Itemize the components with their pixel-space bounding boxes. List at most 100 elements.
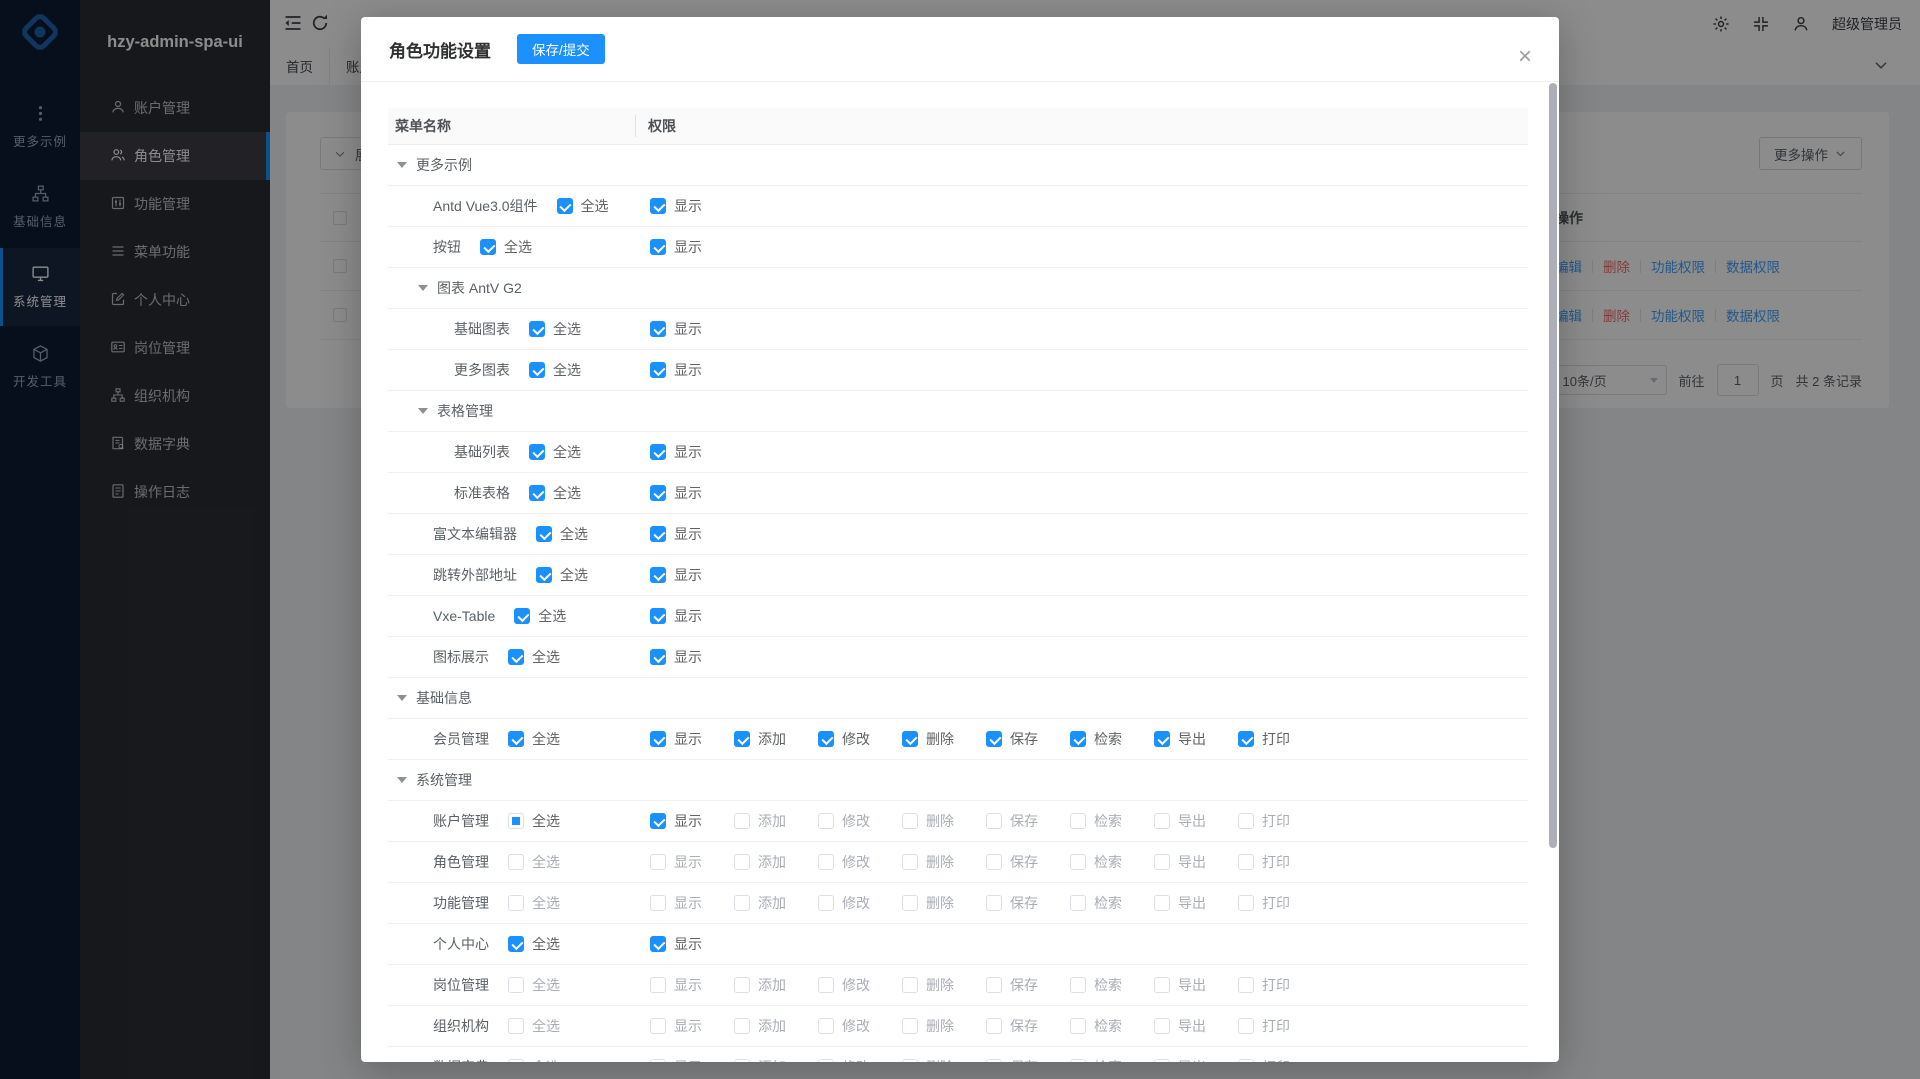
checkbox[interactable] [508,1018,524,1034]
caret-down-icon[interactable] [397,777,407,788]
checkbox[interactable] [986,895,1002,911]
checkbox[interactable] [818,731,834,747]
checkbox[interactable] [734,977,750,993]
checkbox[interactable] [508,1059,524,1062]
checkbox[interactable] [1238,977,1254,993]
checkbox[interactable] [1154,1059,1170,1062]
checkbox[interactable] [818,854,834,870]
checkbox[interactable] [650,895,666,911]
checkbox[interactable] [557,198,573,214]
checkbox[interactable] [508,649,524,665]
checkbox[interactable] [508,854,524,870]
perm-item-保存: 保存 [986,975,1038,995]
checkbox[interactable] [1238,1059,1254,1062]
checkbox[interactable] [1238,813,1254,829]
checkbox[interactable] [818,813,834,829]
checkbox[interactable] [1154,854,1170,870]
perm-label: 显示 [674,852,702,872]
checkbox[interactable] [1154,1018,1170,1034]
checkbox[interactable] [902,731,918,747]
caret-down-icon[interactable] [397,162,407,173]
checkbox[interactable] [1238,731,1254,747]
checkbox[interactable] [650,977,666,993]
checkbox[interactable] [1154,977,1170,993]
checkbox[interactable] [650,649,666,665]
checkbox[interactable] [986,854,1002,870]
checkbox[interactable] [650,1018,666,1034]
perm-label: 添加 [758,729,786,749]
checkbox[interactable] [650,936,666,952]
checkbox[interactable] [1070,1059,1086,1062]
checkbox[interactable] [818,977,834,993]
checkbox[interactable] [514,608,530,624]
checkbox[interactable] [818,895,834,911]
caret-down-icon[interactable] [418,408,428,419]
checkbox[interactable] [1154,731,1170,747]
checkbox[interactable] [1070,1018,1086,1034]
checkbox[interactable] [1238,854,1254,870]
checkbox[interactable] [650,608,666,624]
checkbox[interactable] [902,813,918,829]
checkbox[interactable] [650,362,666,378]
checkbox[interactable] [650,854,666,870]
checkbox[interactable] [902,977,918,993]
checkbox[interactable] [650,198,666,214]
checkbox[interactable] [734,854,750,870]
perm-tree-row: 基础信息 [388,678,1528,719]
checkbox[interactable] [986,1059,1002,1062]
checkbox[interactable] [650,526,666,542]
checkbox[interactable] [1154,813,1170,829]
tree-name-cell: 角色管理全选 [388,852,560,872]
checkbox[interactable] [650,567,666,583]
checkbox[interactable] [818,1018,834,1034]
checkbox[interactable] [1070,977,1086,993]
checkbox[interactable] [1070,895,1086,911]
checkbox[interactable] [734,895,750,911]
checkbox[interactable] [536,567,552,583]
checkbox[interactable] [508,895,524,911]
checkbox[interactable] [986,731,1002,747]
caret-down-icon[interactable] [418,285,428,296]
checkbox[interactable] [986,977,1002,993]
checkbox[interactable] [818,1059,834,1062]
checkbox[interactable] [1070,813,1086,829]
checkbox[interactable] [529,362,545,378]
checkbox[interactable] [1238,1018,1254,1034]
checkbox[interactable] [734,731,750,747]
checkbox[interactable] [986,1018,1002,1034]
caret-down-icon[interactable] [397,695,407,706]
checkbox[interactable] [734,1059,750,1062]
checkbox[interactable] [902,895,918,911]
checkbox[interactable] [650,1059,666,1062]
checkbox[interactable] [1154,895,1170,911]
modal-scrollbar-thumb[interactable] [1549,83,1557,848]
checkbox[interactable] [529,444,545,460]
checkbox[interactable] [734,813,750,829]
checkbox[interactable] [986,813,1002,829]
checkbox[interactable] [650,444,666,460]
checkbox[interactable] [902,1018,918,1034]
perm-label: 打印 [1262,852,1290,872]
checkbox[interactable] [508,936,524,952]
checkbox[interactable] [529,485,545,501]
checkbox[interactable] [508,731,524,747]
checkbox[interactable] [650,239,666,255]
checkbox[interactable] [508,977,524,993]
checkbox[interactable] [529,321,545,337]
checkbox[interactable] [902,854,918,870]
checkbox[interactable] [1238,895,1254,911]
checkbox[interactable] [650,731,666,747]
perm-item-删除: 删除 [902,1016,954,1036]
checkbox[interactable] [902,1059,918,1062]
close-icon[interactable]: × [1511,43,1539,71]
checkbox[interactable] [650,485,666,501]
checkbox[interactable] [536,526,552,542]
checkbox[interactable] [1070,731,1086,747]
checkbox[interactable] [480,239,496,255]
checkbox[interactable] [734,1018,750,1034]
checkbox[interactable] [650,813,666,829]
checkbox[interactable] [508,813,524,829]
checkbox[interactable] [650,321,666,337]
checkbox[interactable] [1070,854,1086,870]
save-submit-button[interactable]: 保存/提交 [517,34,605,64]
